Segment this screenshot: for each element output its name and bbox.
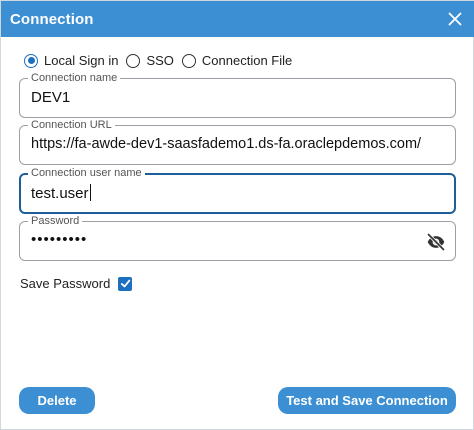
connection-url-value: https://fa-awde-dev1-saasfademo1.ds-fa.o… xyxy=(31,136,422,152)
radio-circle-local-sign-in xyxy=(24,53,38,68)
password-label: Password xyxy=(28,214,83,228)
password-field[interactable]: Password ••••••••• xyxy=(19,214,456,261)
test-and-save-button[interactable]: Test and Save Connection xyxy=(278,387,456,414)
radio-label-sso: SSO xyxy=(146,53,174,68)
close-button[interactable] xyxy=(445,9,465,29)
connection-url-field[interactable]: Connection URL https://fa-awde-dev1-saas… xyxy=(19,118,456,165)
radio-circle-connection-file xyxy=(181,53,196,68)
close-icon xyxy=(448,12,462,26)
radio-label-local-sign-in: Local Sign in xyxy=(44,53,119,68)
connection-dialog: Connection Local Sign in SSO Connection … xyxy=(0,0,474,430)
user-name-value: test.user xyxy=(31,184,91,202)
checkmark-icon xyxy=(120,279,131,288)
connection-name-field[interactable]: Connection name DEV1 xyxy=(19,71,456,118)
save-password-row: Save Password xyxy=(20,276,133,291)
text-caret xyxy=(89,184,91,201)
connection-type-group: Local Sign in SSO Connection File xyxy=(24,53,300,68)
connection-name-value: DEV1 xyxy=(31,89,71,106)
password-value: ••••••••• xyxy=(31,231,88,248)
password-visibility-toggle[interactable] xyxy=(426,232,446,252)
user-name-field[interactable]: Connection user name test.user xyxy=(19,166,456,214)
connection-name-label: Connection name xyxy=(28,71,121,85)
connection-url-label: Connection URL xyxy=(28,118,115,132)
dialog-title: Connection xyxy=(10,10,94,28)
eye-off-icon xyxy=(426,232,446,252)
radio-connection-file[interactable]: Connection File xyxy=(181,53,293,68)
user-name-label: Connection user name xyxy=(28,166,145,180)
radio-circle-sso xyxy=(126,53,141,68)
dialog-titlebar: Connection xyxy=(1,1,474,37)
radio-sso[interactable]: SSO xyxy=(126,53,174,68)
delete-button[interactable]: Delete xyxy=(19,387,95,414)
save-password-checkbox[interactable] xyxy=(118,276,133,291)
radio-local-sign-in[interactable]: Local Sign in xyxy=(24,53,118,68)
radio-label-connection-file: Connection File xyxy=(201,53,293,68)
save-password-label: Save Password xyxy=(20,276,111,291)
